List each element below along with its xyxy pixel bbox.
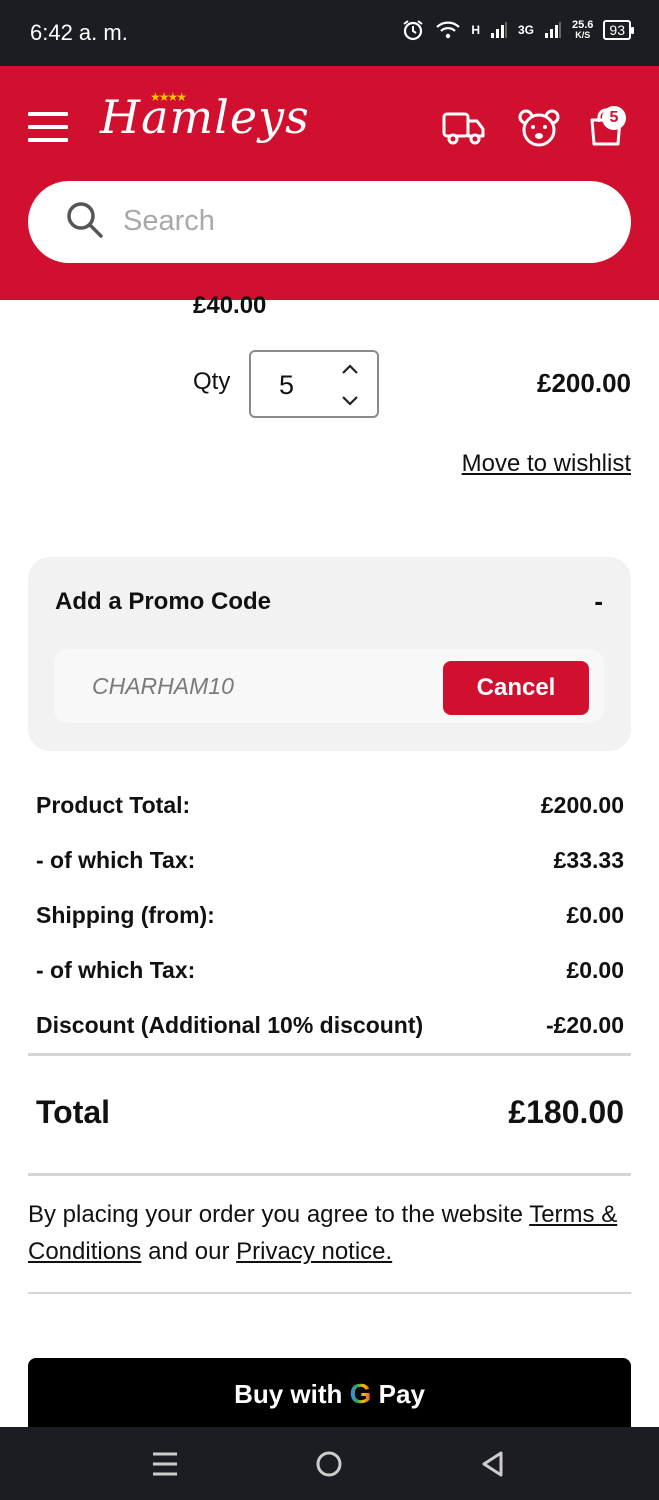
summary-label: Shipping (from): [36, 902, 215, 928]
signal-icon-2 [545, 22, 561, 38]
terms-middle: and our [141, 1238, 237, 1265]
summary-row: - of which Tax: £0.00 [36, 957, 624, 987]
promo-title: Add a Promo Code [55, 588, 272, 615]
privacy-notice-link[interactable]: Privacy notice. [236, 1238, 392, 1265]
chevron-up-icon[interactable] [339, 362, 361, 378]
status-bar: 6:42 a. m. H 3G 25.6 K/S 93 [0, 0, 659, 66]
summary-row: Product Total: £200.00 [36, 792, 624, 822]
wifi-icon [436, 21, 461, 39]
summary-row: Shipping (from): £0.00 [36, 902, 624, 932]
line-total: £200.00 [537, 368, 631, 398]
network-h-label: H [471, 23, 480, 37]
move-to-wishlist-link[interactable]: Move to wishlist [462, 450, 631, 478]
terms-prefix: By placing your order you agree to the w… [28, 1201, 530, 1228]
unit-price: £40.00 [193, 292, 267, 319]
logo-stars-icon: ★★★★ [150, 90, 187, 104]
network-3g-label: 3G [517, 23, 534, 37]
menu-icon[interactable] [28, 112, 68, 144]
summary-label: - of which Tax: [36, 957, 196, 983]
promo-collapse-toggle[interactable]: - [594, 586, 603, 617]
battery-icon: 93 [603, 20, 634, 40]
quantity-stepper[interactable]: 5 [249, 350, 379, 418]
signal-icon [490, 22, 507, 38]
system-nav-bar [0, 1427, 659, 1500]
summary-row: - of which Tax: £33.33 [36, 847, 624, 877]
qty-label: Qty [193, 368, 231, 395]
summary-label: Discount (Additional 10% discount) [36, 1012, 424, 1038]
cancel-promo-button[interactable]: Cancel [443, 661, 589, 715]
home-circle-icon[interactable] [314, 1449, 344, 1479]
qty-value[interactable]: 5 [279, 370, 294, 401]
summary-label: Product Total: [36, 792, 191, 818]
hamleys-logo[interactable]: Hamleys [100, 90, 310, 144]
summary-value: -£20.00 [545, 1012, 624, 1038]
pay-text: Pay [378, 1379, 425, 1409]
search-icon [67, 202, 103, 238]
google-pay-label: Buy with G Pay [28, 1378, 631, 1410]
promo-code-value[interactable]: CHARHAM10 [92, 673, 234, 700]
status-icons: H 3G 25.6 K/S 93 [401, 18, 634, 42]
chevron-down-icon[interactable] [339, 392, 361, 408]
search-input[interactable]: Search [28, 181, 631, 263]
summary-value: £200.00 [540, 792, 624, 818]
back-triangle-icon[interactable] [478, 1449, 508, 1479]
terms-divider [28, 1292, 631, 1294]
summary-row: Discount (Additional 10% discount) -£20.… [36, 1012, 624, 1042]
google-g-icon: G [349, 1378, 372, 1409]
network-speed: 25.6 K/S [572, 19, 594, 41]
total-value: £180.00 [508, 1094, 624, 1130]
battery-level: 93 [609, 22, 625, 38]
total-divider [28, 1173, 631, 1176]
terms-notice: By placing your order you agree to the w… [28, 1196, 638, 1270]
speed-value: 25.6 [572, 19, 594, 31]
summary-divider [28, 1053, 631, 1056]
summary-value: £0.00 [566, 957, 624, 983]
bear-account-icon[interactable] [517, 108, 561, 148]
summary-label: - of which Tax: [36, 847, 196, 873]
recent-apps-icon[interactable] [150, 1449, 180, 1479]
speed-unit: K/S [575, 30, 591, 40]
search-placeholder: Search [123, 205, 215, 237]
summary-value: £33.33 [553, 847, 624, 873]
summary-value: £0.00 [566, 902, 624, 928]
promo-code-panel: Add a Promo Code - CHARHAM10 Cancel [28, 557, 631, 751]
delivery-truck-icon[interactable] [442, 108, 486, 148]
buy-with-text: Buy with [234, 1379, 343, 1409]
status-time: 6:42 a. m. [30, 20, 128, 45]
google-pay-button[interactable]: Buy with G Pay [28, 1358, 631, 1438]
cart-count-badge: 5 [602, 106, 626, 130]
total-label: Total [36, 1094, 111, 1130]
alarm-icon [403, 20, 423, 41]
